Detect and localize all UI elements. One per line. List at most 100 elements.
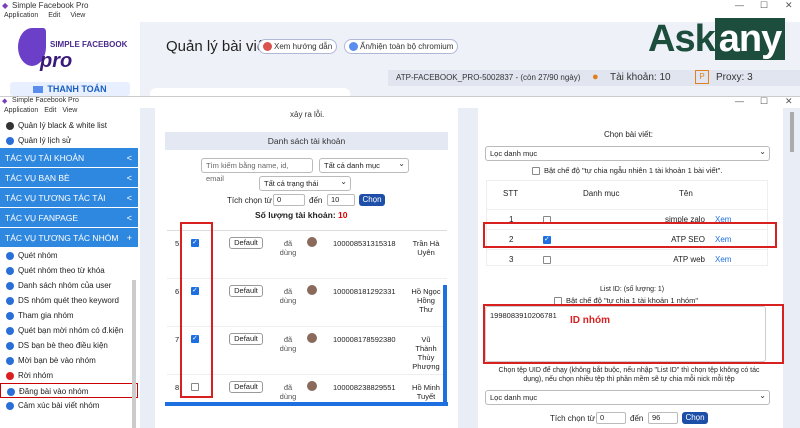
default-button[interactable]: Default bbox=[229, 237, 263, 249]
from-input[interactable]: 0 bbox=[273, 194, 305, 206]
maximize-icon[interactable]: ☐ bbox=[760, 96, 768, 107]
sidebar-section[interactable]: TÁC VỤ TƯƠNG TÁC NHÓM + bbox=[0, 228, 138, 248]
close-icon[interactable]: ✕ bbox=[785, 0, 793, 11]
post-checkbox[interactable] bbox=[543, 256, 551, 264]
default-button[interactable]: Default bbox=[229, 333, 263, 345]
account-search-input[interactable]: Tìm kiếm bằng name, id, email bbox=[201, 158, 313, 183]
sidebar-item[interactable]: Tham gia nhóm bbox=[0, 308, 138, 323]
post-category-select[interactable]: Lọc danh mục bbox=[485, 145, 770, 161]
logo-pro: pro bbox=[40, 50, 73, 72]
sidebar-item[interactable]: Rời nhóm bbox=[0, 368, 138, 383]
post-icon bbox=[7, 387, 15, 396]
sidebar-item-label: Mời bạn bè vào nhóm bbox=[18, 356, 96, 365]
menu-application[interactable]: Application bbox=[4, 12, 38, 19]
accounts-count: Tài khoản: 10 bbox=[610, 72, 671, 83]
sidebar-item-label: Quét nhóm bbox=[18, 251, 58, 260]
sidebar-section[interactable]: TÁC VỤ FANPAGE < bbox=[0, 208, 138, 228]
toggle-chromium-button[interactable]: Ẩn/hiện toàn bộ chromium bbox=[344, 39, 459, 54]
choose-button-2[interactable]: Chọn bbox=[682, 412, 708, 424]
sidebar-item[interactable]: Danh sách nhóm của user bbox=[0, 278, 138, 293]
back-window-titlebar: ◆ Simple Facebook Pro — ☐ ✕ bbox=[0, 0, 800, 12]
minimize-icon[interactable]: — bbox=[735, 0, 744, 10]
menu-view[interactable]: View bbox=[70, 12, 85, 19]
post-name: ATP web bbox=[673, 255, 705, 264]
pick-post-label: Chọn bài viết: bbox=[604, 130, 653, 139]
accounts-section-title: Danh sách tài khoản bbox=[165, 132, 448, 150]
pay-button[interactable]: THANH TOÁN bbox=[10, 82, 130, 96]
to-label: đến bbox=[309, 196, 323, 205]
row-status: đã dùng bbox=[279, 239, 297, 257]
default-button[interactable]: Default bbox=[229, 381, 263, 393]
uid-note: Chọn tệp UID để chạy (không bắt buộc, nế… bbox=[498, 367, 760, 383]
maximize-icon[interactable]: ☐ bbox=[760, 0, 768, 11]
row-uid: 100008181292331 bbox=[333, 287, 396, 296]
checkbox-highlight bbox=[180, 222, 213, 398]
help-button[interactable]: Xem hướng dẫn bbox=[258, 39, 338, 54]
leave-icon bbox=[6, 371, 14, 380]
avatar bbox=[307, 381, 317, 391]
app-icon: ◆ bbox=[2, 98, 8, 105]
error-text: xảy ra lỗi. bbox=[290, 110, 325, 119]
sidebar-section[interactable]: TÁC VỤ BẠN BÈ < bbox=[0, 168, 138, 188]
sidebar-section-label: TÁC VỤ TÀI KHOẢN bbox=[5, 153, 85, 163]
eye-icon bbox=[349, 42, 358, 52]
row-status: đã dùng bbox=[279, 335, 297, 353]
sidebar-scrollbar[interactable] bbox=[132, 280, 136, 428]
sidebar-item[interactable]: Quản lý black & white list bbox=[0, 118, 138, 133]
minimize-icon[interactable]: — bbox=[735, 96, 744, 106]
sidebar-item-label: Danh sách nhóm của user bbox=[18, 281, 112, 290]
sidebar-section[interactable]: TÁC VỤ TÀI KHOẢN < bbox=[0, 148, 138, 168]
row-uid: 100008238829551 bbox=[333, 383, 396, 392]
table-scrollbar[interactable] bbox=[443, 285, 447, 405]
sidebar-item[interactable]: DS nhóm quét theo keyword bbox=[0, 293, 138, 308]
sidebar-section-label: TÁC VỤ FANPAGE bbox=[5, 213, 79, 223]
sidebar-item-label: Quản lý black & white list bbox=[18, 121, 107, 130]
list-icon bbox=[6, 296, 14, 305]
col-category: Danh mục bbox=[583, 189, 620, 198]
col-stt: STT bbox=[503, 189, 519, 198]
card-icon bbox=[33, 86, 44, 94]
avatar bbox=[307, 237, 317, 247]
pick-from-label-2: Tích chọn từ bbox=[550, 414, 595, 423]
sidebar-item[interactable]: DS bạn bè theo điều kiện bbox=[0, 338, 138, 353]
file-category-select[interactable]: Lọc danh mục bbox=[485, 389, 770, 405]
sidebar-section[interactable]: TÁC VỤ TƯƠNG TÁC TÀI KHOẢN< bbox=[0, 188, 138, 223]
to-input-2[interactable]: 96 bbox=[648, 412, 678, 424]
default-button[interactable]: Default bbox=[229, 285, 263, 297]
sidebar-item[interactable]: Mời bạn bè vào nhóm bbox=[0, 353, 138, 368]
sidebar-item-label: Tham gia nhóm bbox=[18, 311, 74, 320]
row-uid: 100008531315318 bbox=[333, 239, 396, 248]
sidebar-item[interactable]: Cảm xúc bài viết nhóm bbox=[0, 398, 138, 413]
row-number: 5 bbox=[175, 239, 180, 248]
to-input[interactable]: 10 bbox=[327, 194, 355, 206]
right-scrollbar[interactable] bbox=[790, 112, 794, 152]
sidebar-item[interactable]: Quét nhóm bbox=[0, 248, 138, 263]
row-status: đã dùng bbox=[279, 383, 297, 401]
menu-edit[interactable]: Edit bbox=[44, 107, 56, 114]
menu-edit[interactable]: Edit bbox=[48, 12, 60, 19]
scan-icon bbox=[6, 251, 14, 260]
random-checkbox[interactable] bbox=[532, 167, 540, 175]
category-select[interactable]: Tất cả danh mục bbox=[319, 157, 409, 173]
row-number: 6 bbox=[175, 287, 180, 296]
sidebar-item[interactable]: Quét nhóm theo từ khóa bbox=[0, 263, 138, 278]
expand-icon: < bbox=[126, 173, 132, 183]
close-icon[interactable]: ✕ bbox=[785, 96, 793, 107]
sidebar-item[interactable]: Quản lý lịch sử bbox=[0, 133, 138, 148]
list-icon bbox=[6, 281, 14, 290]
menu-application[interactable]: Application bbox=[4, 107, 38, 114]
history-icon bbox=[6, 136, 14, 145]
status-select[interactable]: Tất cả trạng thái bbox=[259, 175, 351, 191]
col-name: Tên bbox=[679, 189, 693, 198]
avatar bbox=[307, 333, 317, 343]
choose-button[interactable]: Chọn bbox=[359, 194, 385, 206]
page-title: Quản lý bài viết bbox=[166, 38, 270, 55]
sidebar-item[interactable]: Đăng bài vào nhóm bbox=[0, 383, 138, 398]
view-link[interactable]: Xem bbox=[715, 255, 731, 264]
row-name: Vũ Thành Thùy Phượng bbox=[412, 335, 440, 371]
from-input-2[interactable]: 0 bbox=[596, 412, 626, 424]
table-hscrollbar[interactable] bbox=[165, 402, 448, 406]
menu-view[interactable]: View bbox=[62, 107, 77, 114]
circle-icon bbox=[6, 121, 14, 130]
sidebar-item[interactable]: Quét bạn mời nhóm có đ.kiện bbox=[0, 323, 138, 338]
